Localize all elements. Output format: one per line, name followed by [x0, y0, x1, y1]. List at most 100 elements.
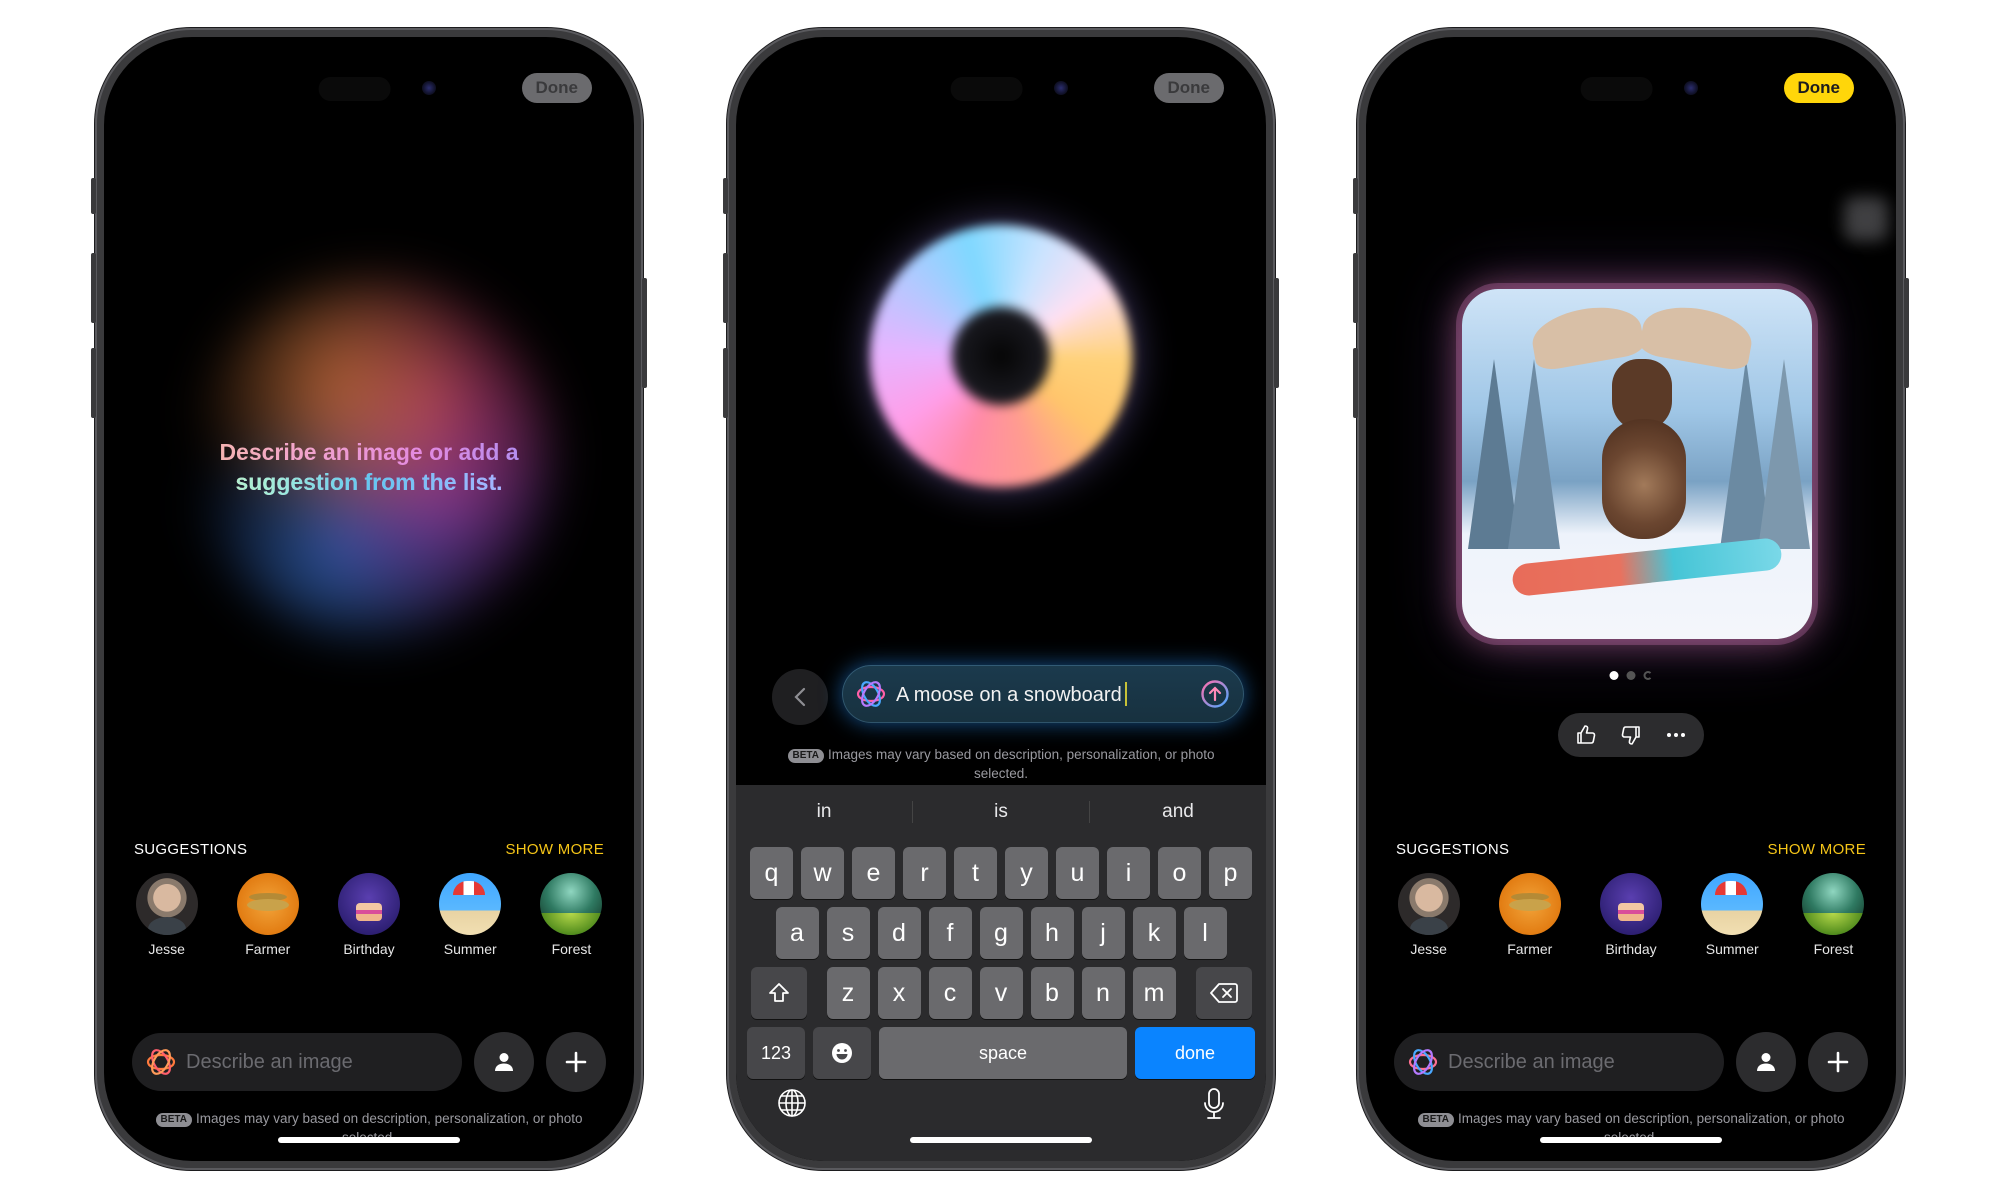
done-button[interactable]: Done	[1783, 73, 1854, 103]
hat-image-icon	[1498, 873, 1561, 935]
key-c[interactable]: c	[928, 967, 972, 1019]
key-h[interactable]: h	[1030, 907, 1074, 959]
key-b[interactable]: b	[1030, 967, 1074, 1019]
thumbs-down-icon[interactable]	[1619, 723, 1643, 747]
suggestion-birthday[interactable]: Birthday	[1580, 873, 1681, 957]
show-more-button[interactable]: SHOW MORE	[505, 841, 604, 858]
cake-image-icon	[1600, 873, 1662, 935]
key-o[interactable]: o	[1158, 847, 1201, 899]
key-k[interactable]: k	[1132, 907, 1176, 959]
show-more-button[interactable]: SHOW MORE	[1767, 841, 1866, 858]
dynamic-island	[318, 77, 391, 101]
feedback-bar	[1558, 713, 1704, 757]
key-j[interactable]: j	[1081, 907, 1125, 959]
back-button[interactable]	[772, 669, 828, 725]
describe-input[interactable]: Describe an image	[1394, 1033, 1724, 1091]
suggestion-farmer[interactable]: Farmer	[217, 873, 318, 957]
camera-icon	[1684, 81, 1698, 95]
key-l[interactable]: l	[1183, 907, 1227, 959]
key-p[interactable]: p	[1209, 847, 1252, 899]
plus-icon	[1827, 1051, 1849, 1073]
submit-button[interactable]	[1200, 679, 1230, 709]
person-photo-icon	[135, 873, 198, 935]
numbers-key[interactable]: 123	[747, 1027, 805, 1079]
shift-key[interactable]	[750, 967, 807, 1019]
key-r[interactable]: r	[903, 847, 946, 899]
suggestion-label: Jesse	[1410, 941, 1447, 957]
key-i[interactable]: i	[1107, 847, 1150, 899]
emoji-key[interactable]	[813, 1027, 871, 1079]
thumbs-up-icon[interactable]	[1574, 723, 1598, 747]
key-y[interactable]: y	[1005, 847, 1048, 899]
prediction-3[interactable]: and	[1090, 801, 1266, 823]
key-row-4: 123 space done	[736, 1027, 1266, 1079]
space-key[interactable]: space	[879, 1027, 1127, 1079]
suggestions-title: SUGGESTIONS	[134, 841, 248, 858]
suggestion-farmer[interactable]: Farmer	[1479, 873, 1580, 957]
beta-badge: BETA	[1417, 1113, 1454, 1127]
microphone-icon[interactable]	[1202, 1087, 1226, 1121]
prompt-value: A moose on a snowboard	[896, 683, 1122, 706]
plus-icon	[565, 1051, 587, 1073]
key-u[interactable]: u	[1056, 847, 1099, 899]
add-button[interactable]	[1808, 1032, 1868, 1092]
suggestions-list: Jesse Farmer Birthday Summer Forest	[1378, 873, 1884, 957]
home-indicator[interactable]	[1540, 1137, 1722, 1143]
key-v[interactable]: v	[979, 967, 1023, 1019]
generated-image[interactable]	[1462, 289, 1812, 639]
prediction-1[interactable]: in	[736, 801, 913, 823]
done-button[interactable]: Done	[521, 73, 592, 103]
page-indicator[interactable]	[1609, 671, 1653, 680]
person-button[interactable]	[474, 1032, 534, 1092]
key-a[interactable]: a	[775, 907, 819, 959]
key-g[interactable]: g	[979, 907, 1023, 959]
prompt-input[interactable]: A moose on a snowboard	[842, 665, 1244, 723]
key-q[interactable]: q	[750, 847, 793, 899]
keyboard: in is and q w e r t y u i o p a s d f g …	[736, 785, 1266, 1161]
beta-disclaimer: BETA Images may vary based on description…	[766, 745, 1236, 783]
key-d[interactable]: d	[877, 907, 921, 959]
done-button[interactable]: Done	[1153, 73, 1224, 103]
predictive-bar: in is and	[736, 785, 1266, 839]
add-button[interactable]	[546, 1032, 606, 1092]
camera-icon	[1054, 81, 1068, 95]
suggestions-title: SUGGESTIONS	[1396, 841, 1510, 858]
suggestion-birthday[interactable]: Birthday	[318, 873, 419, 957]
home-indicator[interactable]	[278, 1137, 460, 1143]
key-s[interactable]: s	[826, 907, 870, 959]
backspace-key[interactable]	[1195, 967, 1252, 1019]
hat-image-icon	[236, 873, 299, 935]
key-e[interactable]: e	[852, 847, 895, 899]
screen-right: Done SUGGESTIONS SHOW MORE Jesse Farmer …	[1366, 37, 1896, 1161]
suggestion-jesse[interactable]: Jesse	[116, 873, 217, 957]
cake-image-icon	[338, 873, 400, 935]
suggestion-forest[interactable]: Forest	[1783, 873, 1884, 957]
suggestion-forest[interactable]: Forest	[521, 873, 622, 957]
screen-left: Done Describe an image or add a suggesti…	[104, 37, 634, 1161]
forest-image-icon	[540, 873, 603, 935]
page-dot-loading	[1643, 671, 1653, 680]
key-z[interactable]: z	[826, 967, 870, 1019]
key-w[interactable]: w	[801, 847, 844, 899]
suggestion-jesse[interactable]: Jesse	[1378, 873, 1479, 957]
suggestion-summer[interactable]: Summer	[420, 873, 521, 957]
more-icon[interactable]	[1664, 723, 1688, 747]
person-button[interactable]	[1736, 1032, 1796, 1092]
key-row-3: z x c v b n m	[736, 967, 1266, 1019]
keyboard-done-key[interactable]: done	[1135, 1027, 1255, 1079]
key-m[interactable]: m	[1132, 967, 1176, 1019]
suggestion-label: Forest	[551, 941, 592, 957]
key-f[interactable]: f	[928, 907, 972, 959]
suggestion-summer[interactable]: Summer	[1682, 873, 1783, 957]
key-n[interactable]: n	[1081, 967, 1125, 1019]
hint-line-1: Describe an image or add a	[219, 439, 519, 465]
home-indicator[interactable]	[910, 1137, 1092, 1143]
side-glow	[1844, 197, 1888, 241]
describe-input[interactable]: Describe an image	[132, 1033, 462, 1091]
key-t[interactable]: t	[954, 847, 997, 899]
key-x[interactable]: x	[877, 967, 921, 1019]
chevron-left-icon	[794, 687, 806, 707]
suggestions-header: SUGGESTIONS SHOW MORE	[134, 841, 604, 858]
prediction-2[interactable]: is	[913, 801, 1090, 823]
globe-icon[interactable]	[776, 1087, 808, 1119]
